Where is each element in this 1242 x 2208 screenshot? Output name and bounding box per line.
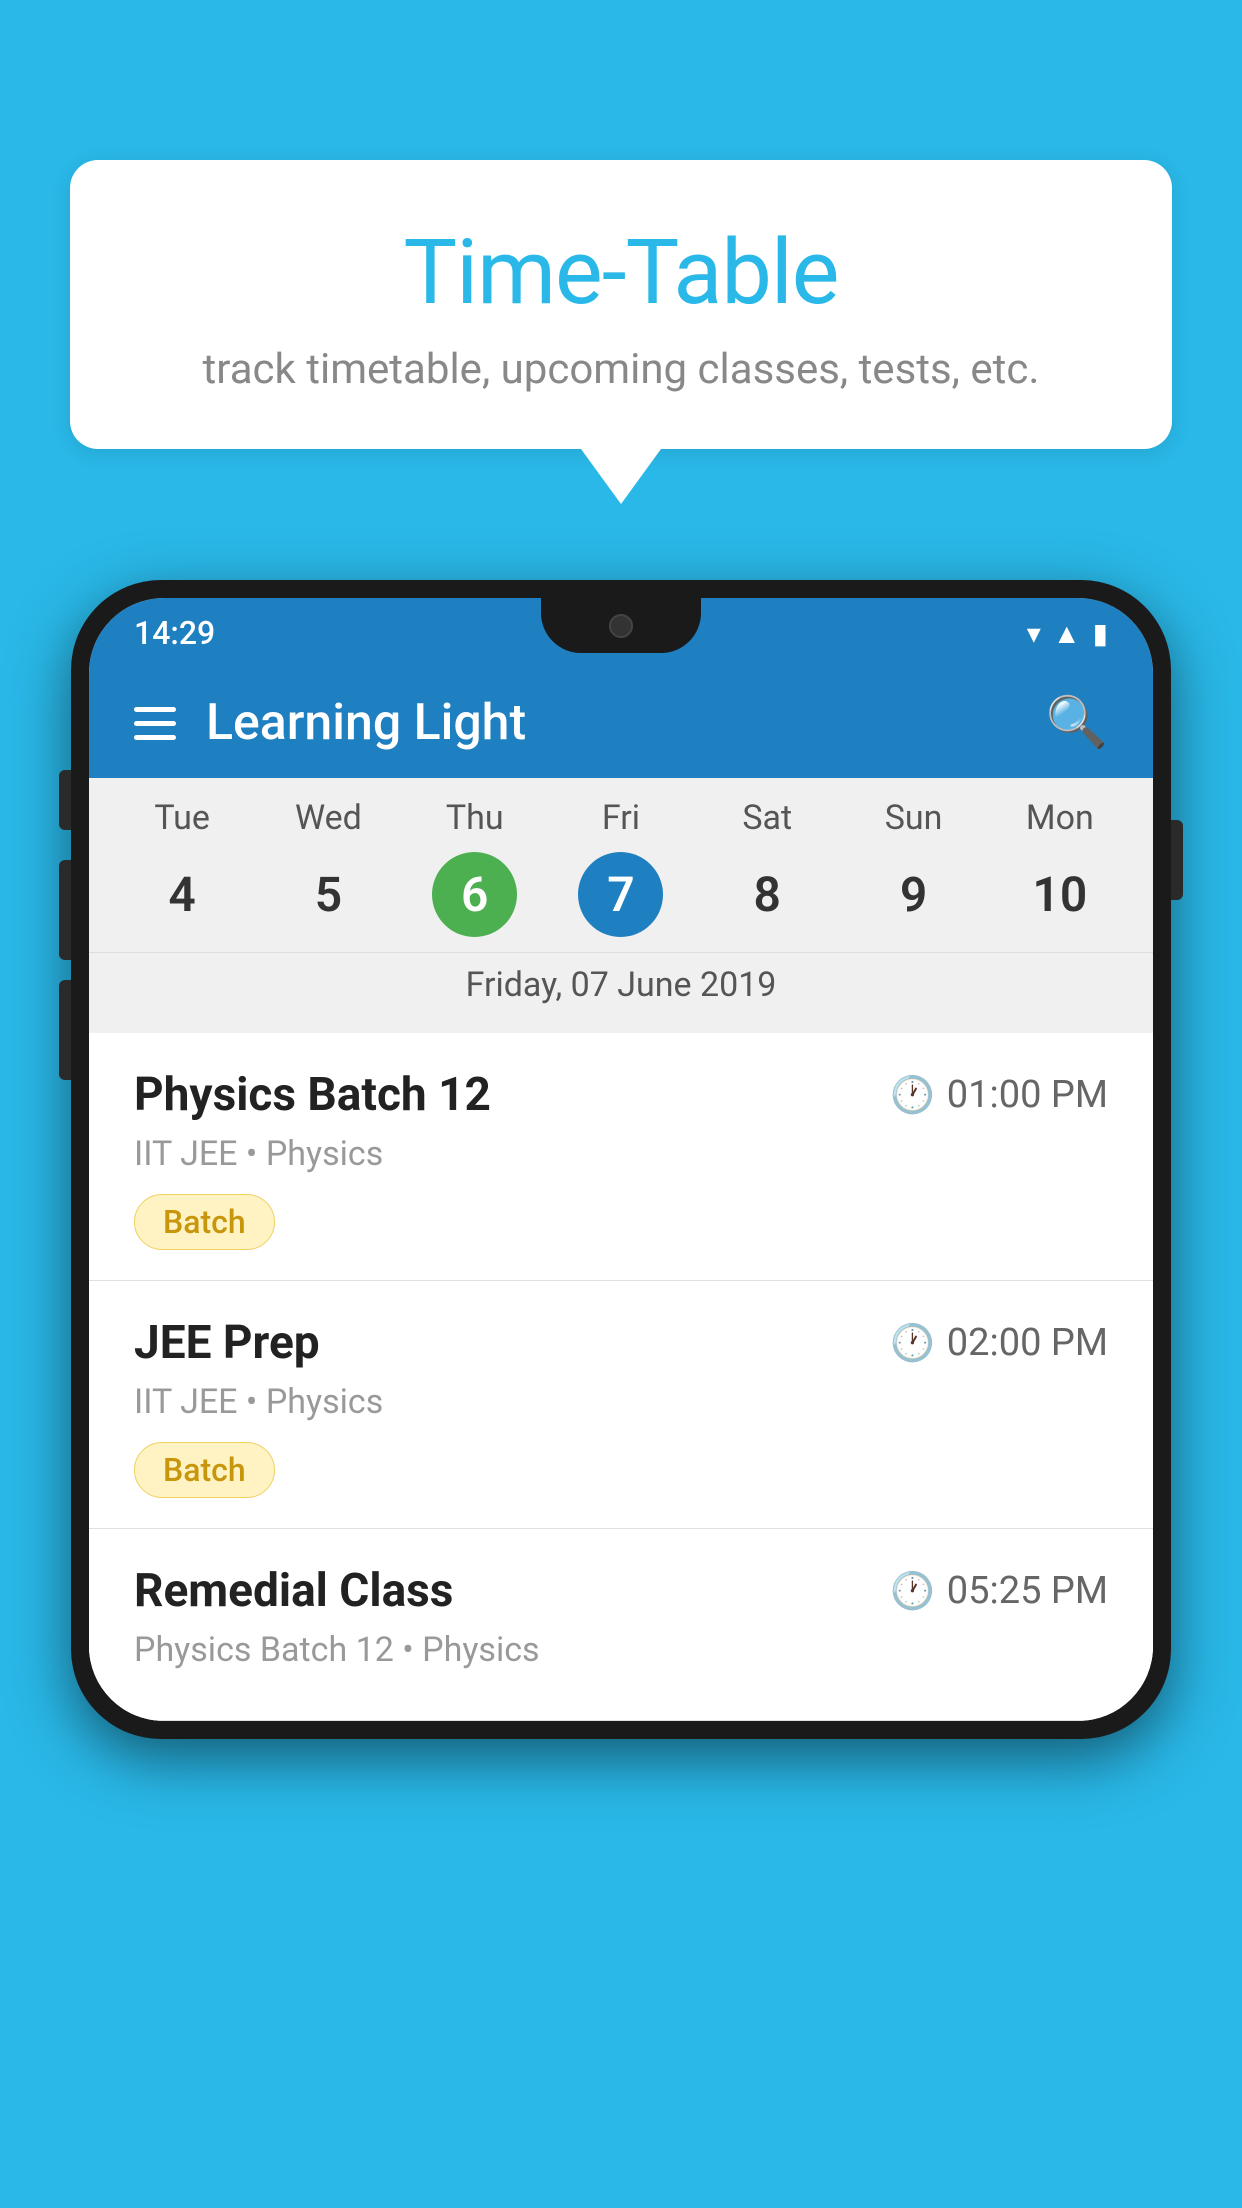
schedule-item-2-header: JEE Prep 🕐 02:00 PM bbox=[134, 1316, 1108, 1370]
hamburger-line-3 bbox=[134, 735, 176, 740]
menu-button[interactable] bbox=[134, 707, 176, 740]
day-num-tue: 4 bbox=[140, 852, 225, 937]
schedule-item-3-time: 🕐 05:25 PM bbox=[890, 1569, 1108, 1613]
schedule-item-1-badge: Batch bbox=[134, 1194, 275, 1250]
schedule-item-3-time-value: 05:25 PM bbox=[947, 1569, 1108, 1613]
schedule-item-1[interactable]: Physics Batch 12 🕐 01:00 PM IIT JEE • Ph… bbox=[89, 1033, 1153, 1281]
schedule-item-1-name: Physics Batch 12 bbox=[134, 1068, 491, 1122]
day-sun[interactable]: Sun 9 bbox=[871, 798, 956, 937]
mute-button bbox=[59, 770, 71, 830]
day-mon[interactable]: Mon 10 bbox=[1017, 798, 1102, 937]
status-icons: ▾ ▲ ▮ bbox=[1027, 617, 1108, 650]
day-num-fri: 7 bbox=[578, 852, 663, 937]
schedule-item-2-name: JEE Prep bbox=[134, 1316, 320, 1370]
day-name-thu: Thu bbox=[446, 798, 504, 838]
day-name-sat: Sat bbox=[742, 798, 792, 838]
power-button bbox=[1171, 820, 1183, 900]
schedule-item-1-meta: IIT JEE • Physics bbox=[134, 1134, 1108, 1174]
day-num-sat: 8 bbox=[725, 852, 810, 937]
volume-up-button bbox=[59, 860, 71, 960]
schedule-item-2-time: 🕐 02:00 PM bbox=[890, 1321, 1108, 1365]
schedule-item-1-header: Physics Batch 12 🕐 01:00 PM bbox=[134, 1068, 1108, 1122]
day-fri[interactable]: Fri 7 bbox=[578, 798, 663, 937]
schedule-item-2-badge: Batch bbox=[134, 1442, 275, 1498]
day-tue[interactable]: Tue 4 bbox=[140, 798, 225, 937]
day-num-sun: 9 bbox=[871, 852, 956, 937]
schedule-item-3-meta: Physics Batch 12 • Physics bbox=[134, 1630, 1108, 1670]
app-header: Learning Light 🔍 bbox=[89, 668, 1153, 778]
camera bbox=[609, 614, 633, 638]
schedule-item-2-time-value: 02:00 PM bbox=[947, 1321, 1108, 1365]
selected-date-label: Friday, 07 June 2019 bbox=[89, 952, 1153, 1023]
day-wed[interactable]: Wed 5 bbox=[286, 798, 371, 937]
phone-wrapper: 14:29 ▾ ▲ ▮ Learning bbox=[70, 580, 1172, 1739]
battery-icon: ▮ bbox=[1093, 617, 1108, 650]
header-left: Learning Light bbox=[134, 694, 526, 752]
day-num-mon: 10 bbox=[1017, 852, 1102, 937]
wifi-icon: ▾ bbox=[1027, 617, 1041, 650]
bubble-title: Time-Table bbox=[150, 220, 1092, 325]
day-name-mon: Mon bbox=[1026, 798, 1094, 838]
schedule-list: Physics Batch 12 🕐 01:00 PM IIT JEE • Ph… bbox=[89, 1033, 1153, 1721]
day-name-tue: Tue bbox=[154, 798, 209, 838]
volume-down-button bbox=[59, 980, 71, 1080]
clock-icon-1: 🕐 bbox=[890, 1074, 935, 1116]
days-row: Tue 4 Wed 5 Thu 6 Fri 7 bbox=[89, 798, 1153, 937]
app-title: Learning Light bbox=[206, 694, 526, 752]
schedule-item-2[interactable]: JEE Prep 🕐 02:00 PM IIT JEE • Physics Ba… bbox=[89, 1281, 1153, 1529]
day-thu[interactable]: Thu 6 bbox=[432, 798, 517, 937]
status-time: 14:29 bbox=[134, 614, 215, 652]
day-num-wed: 5 bbox=[286, 852, 371, 937]
search-button[interactable]: 🔍 bbox=[1046, 694, 1108, 752]
phone-screen: 14:29 ▾ ▲ ▮ Learning bbox=[89, 598, 1153, 1721]
speech-bubble-section: Time-Table track timetable, upcoming cla… bbox=[70, 160, 1172, 504]
hamburger-line-2 bbox=[134, 721, 176, 726]
clock-icon-3: 🕐 bbox=[890, 1570, 935, 1612]
hamburger-line-1 bbox=[134, 707, 176, 712]
day-name-wed: Wed bbox=[295, 798, 362, 838]
day-name-sun: Sun bbox=[885, 798, 943, 838]
phone-notch bbox=[541, 598, 701, 653]
clock-icon-2: 🕐 bbox=[890, 1322, 935, 1364]
schedule-item-3[interactable]: Remedial Class 🕐 05:25 PM Physics Batch … bbox=[89, 1529, 1153, 1721]
status-bar: 14:29 ▾ ▲ ▮ bbox=[89, 598, 1153, 668]
schedule-item-1-time-value: 01:00 PM bbox=[947, 1073, 1108, 1117]
speech-bubble-card: Time-Table track timetable, upcoming cla… bbox=[70, 160, 1172, 449]
schedule-item-3-name: Remedial Class bbox=[134, 1564, 453, 1618]
day-name-fri: Fri bbox=[602, 798, 640, 838]
schedule-item-2-meta: IIT JEE • Physics bbox=[134, 1382, 1108, 1422]
day-sat[interactable]: Sat 8 bbox=[725, 798, 810, 937]
day-num-thu: 6 bbox=[432, 852, 517, 937]
bubble-subtitle: track timetable, upcoming classes, tests… bbox=[150, 345, 1092, 394]
phone-frame: 14:29 ▾ ▲ ▮ Learning bbox=[71, 580, 1171, 1739]
bubble-arrow bbox=[581, 449, 661, 504]
signal-icon: ▲ bbox=[1053, 617, 1081, 650]
schedule-item-3-header: Remedial Class 🕐 05:25 PM bbox=[134, 1564, 1108, 1618]
schedule-item-1-time: 🕐 01:00 PM bbox=[890, 1073, 1108, 1117]
calendar-strip: Tue 4 Wed 5 Thu 6 Fri 7 bbox=[89, 778, 1153, 1033]
